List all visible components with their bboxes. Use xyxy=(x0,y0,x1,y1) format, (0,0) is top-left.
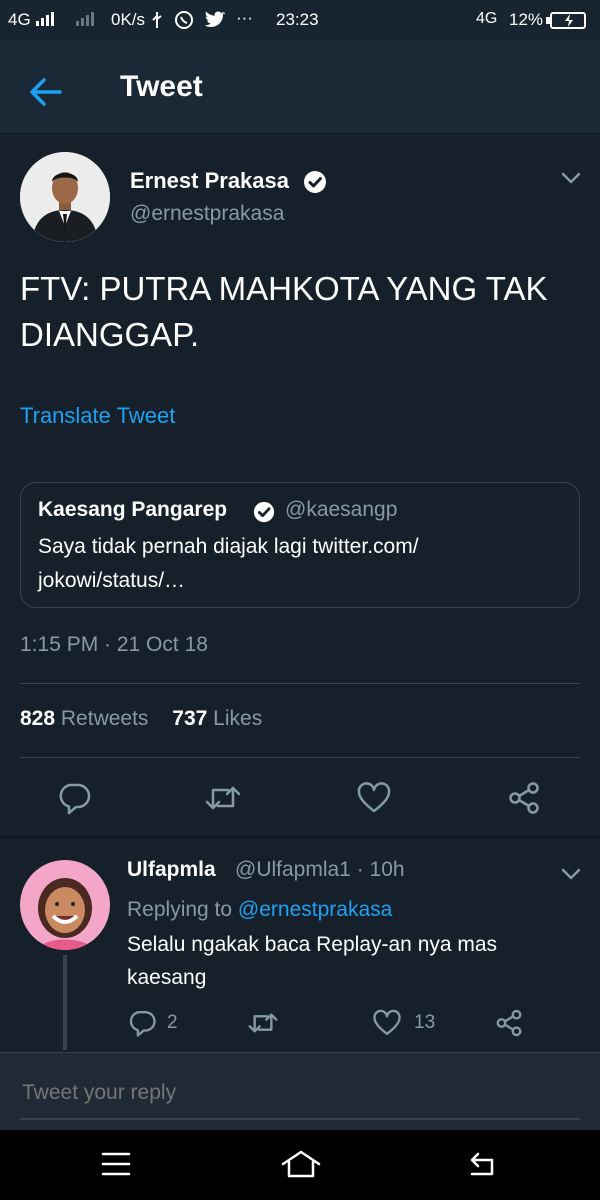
reply-button[interactable] xyxy=(56,780,92,816)
quoted-author-handle: @kaesangp xyxy=(285,498,398,521)
back-nav-icon xyxy=(470,1152,494,1176)
chevron-down-icon xyxy=(561,172,581,184)
retweet-icon xyxy=(205,786,241,810)
share-button[interactable] xyxy=(506,780,542,816)
more-notifications: ··· xyxy=(236,8,253,27)
menu-button[interactable] xyxy=(100,1150,132,1183)
verified-icon xyxy=(253,501,275,523)
section-divider xyxy=(0,836,600,838)
divider xyxy=(20,683,580,684)
tweet-stats: 828 Retweets 737 Likes xyxy=(20,707,262,731)
replying-to-handle[interactable]: @ernestprakasa xyxy=(238,898,392,921)
retweet-button[interactable] xyxy=(204,780,242,816)
retweets-count: 828 xyxy=(20,707,56,730)
likes-label: Likes xyxy=(213,707,263,730)
reply-text: Selalu ngakak baca Replay-an nya mas kae… xyxy=(127,928,577,994)
heart-icon xyxy=(357,782,391,813)
reply-text-line: Selalu ngakak baca Replay-an nya mas xyxy=(127,933,498,956)
network-type: 4G xyxy=(8,10,31,29)
reply-options-button[interactable] xyxy=(558,862,584,886)
top-app-bar xyxy=(0,40,600,134)
share-icon xyxy=(496,1009,522,1037)
heart-icon xyxy=(373,1009,401,1035)
page-title: Tweet xyxy=(120,70,203,103)
replying-to: Replying to @ernestprakasa xyxy=(127,898,392,922)
usb-icon xyxy=(152,12,162,28)
home-button[interactable] xyxy=(280,1148,322,1185)
tweet-text-line: FTV: PUTRA MAHKOTA YANG TAK xyxy=(20,270,548,307)
home-icon xyxy=(281,1150,321,1178)
tweet-options-button[interactable] xyxy=(558,166,584,190)
signal-icon xyxy=(36,12,54,26)
twitter-bird-icon xyxy=(204,11,226,28)
quoted-text-line: Saya tidak pernah diajak lagi twitter.co… xyxy=(38,535,419,558)
likes-stat[interactable]: 737 Likes xyxy=(172,707,262,730)
menu-icon xyxy=(101,1152,131,1176)
battery-icon xyxy=(546,12,586,29)
translate-tweet-link[interactable]: Translate Tweet xyxy=(20,403,175,429)
retweets-stat[interactable]: 828 Retweets xyxy=(20,707,148,730)
divider xyxy=(20,757,580,758)
status-bar: 4G 0K/s ··· 23:23 4G 12% xyxy=(0,0,600,40)
chevron-down-icon xyxy=(561,868,581,880)
reply-reply-button[interactable]: 2 xyxy=(127,1008,178,1038)
battery-percent: 12% xyxy=(509,10,544,29)
tweet-text-line: DIANGGAP. xyxy=(20,316,200,353)
reply-share-button[interactable] xyxy=(494,1008,524,1043)
author-avatar[interactable] xyxy=(20,152,110,242)
tweet-text: FTV: PUTRA MAHKOTA YANG TAK DIANGGAP. xyxy=(20,266,590,358)
like-count: 13 xyxy=(414,1012,436,1033)
reply-author-name[interactable]: Ulfapmla xyxy=(127,858,216,882)
network-type-right: 4G xyxy=(476,10,498,27)
like-button[interactable] xyxy=(356,780,392,816)
replying-to-prefix: Replying to xyxy=(127,898,233,921)
reply-input[interactable] xyxy=(20,1080,580,1106)
verified-icon xyxy=(304,171,326,193)
clock: 23:23 xyxy=(276,10,319,29)
likes-count: 737 xyxy=(172,707,208,730)
quoted-tweet-text: Saya tidak pernah diajak lagi twitter.co… xyxy=(38,530,558,598)
whatsapp-icon xyxy=(175,11,193,29)
quoted-text-line: jokowi/status/… xyxy=(38,569,186,592)
reply-retweet-button[interactable] xyxy=(247,1008,279,1043)
signal-icon-secondary xyxy=(76,12,94,26)
reply-author-avatar[interactable] xyxy=(20,860,110,950)
back-arrow-icon xyxy=(30,78,62,106)
author-handle[interactable]: @ernestprakasa xyxy=(130,202,284,226)
reply-author-handle-time: @Ulfapmla1 · 10h xyxy=(235,858,405,881)
retweets-label: Retweets xyxy=(60,707,149,730)
reply-like-button[interactable]: 13 xyxy=(372,1008,435,1038)
network-speed: 0K/s xyxy=(111,10,146,29)
share-icon xyxy=(509,782,539,814)
nav-back-button[interactable] xyxy=(466,1150,498,1185)
back-button[interactable] xyxy=(26,74,74,110)
tweet-timestamp: 1:15 PM · 21 Oct 18 xyxy=(20,633,208,656)
quoted-author-name: Kaesang Pangarep xyxy=(38,498,228,521)
comment-icon xyxy=(129,1011,156,1037)
thread-connector xyxy=(63,955,67,1050)
reply-count: 2 xyxy=(167,1012,178,1033)
author-name[interactable]: Ernest Prakasa xyxy=(130,168,289,194)
comment-icon xyxy=(59,783,91,815)
retweet-icon xyxy=(248,1013,278,1033)
reply-input-underline xyxy=(20,1118,580,1120)
reply-text-line: kaesang xyxy=(127,966,207,989)
